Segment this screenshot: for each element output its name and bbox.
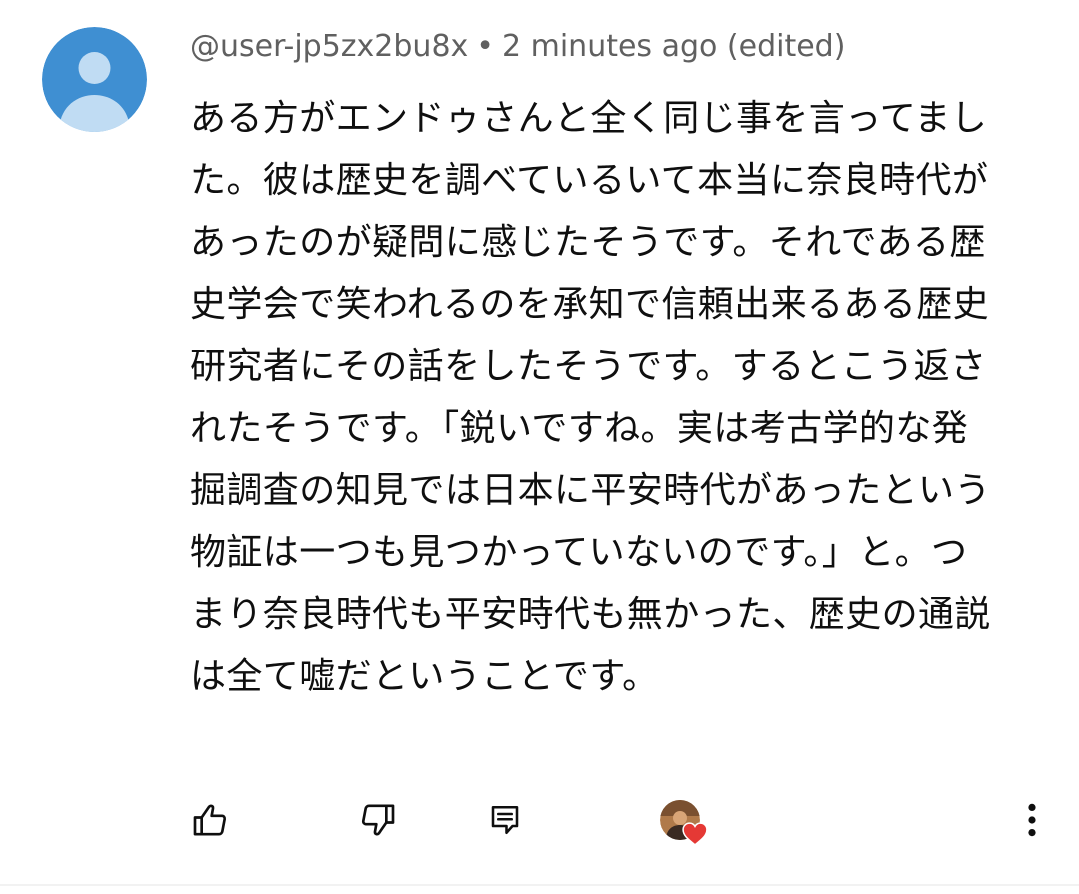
comment-text-line: 史学会で笑われるのを承知で信頼出来るある歴史 [190, 284, 990, 325]
comment-text-line: 研究者にその話をしたそうです。するとこう返さ [190, 346, 987, 387]
comment-text-line: た。彼は歴史を調べているいて本当に奈良時代が [190, 160, 989, 201]
like-button[interactable] [180, 790, 240, 850]
comment-text-line: あったのが疑問に感じたそうです。それである歴 [190, 222, 986, 263]
thumbs-down-icon [361, 804, 395, 836]
comment-header: @user-jp5zx2bu8x • 2 minutes ago (edited) [190, 24, 845, 70]
reply-icon [491, 805, 519, 835]
comment-timestamp[interactable]: 2 minutes ago (edited) [502, 29, 845, 64]
comment-text-line: れたそうです。「鋭いですね。実は考古学的な発 [190, 408, 969, 449]
reply-button[interactable] [475, 790, 535, 850]
dislike-button[interactable] [348, 790, 408, 850]
default-user-avatar-icon[interactable] [42, 27, 147, 132]
comment-text-line: は全て嘘だということです。 [190, 656, 659, 697]
comment-thread: @user-jp5zx2bu8x • 2 minutes ago (edited) … [0, 0, 1079, 894]
author-handle[interactable]: @user-jp5zx2bu8x [190, 29, 468, 64]
comment-text-line: 物証は一つも見つかっていないのです。」と。つ [190, 532, 968, 573]
meta-separator: • [476, 29, 494, 64]
more-options-button[interactable] [1002, 790, 1062, 850]
more-vertical-icon [1028, 803, 1036, 837]
divider [0, 884, 1079, 886]
comment-text-line: まり奈良時代も平安時代も無かった、歴史の通説 [190, 594, 991, 635]
comment-text-line: 掘調査の知見では日本に平安時代があったという [190, 470, 991, 511]
comment-action-bar [0, 790, 1079, 860]
creator-heart-badge [645, 790, 715, 850]
comment-body: ある方がエンドゥさんと全く同じ事を言ってまし た。彼は歴史を調べているいて本当に… [190, 88, 1050, 708]
creator-heart-icon [682, 822, 708, 846]
comment-text-line: ある方がエンドゥさんと全く同じ事を言ってまし [190, 98, 988, 139]
thumbs-up-icon [193, 804, 227, 836]
